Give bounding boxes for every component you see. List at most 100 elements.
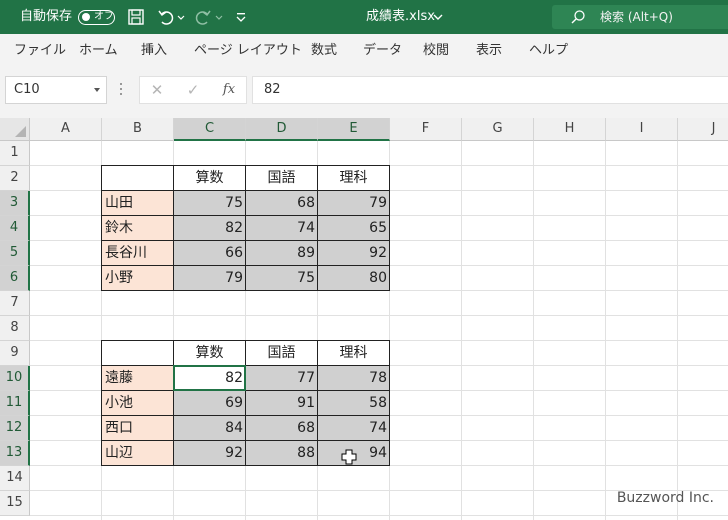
search-box[interactable]: 検索 (Alt+Q) <box>552 5 728 29</box>
undo-icon[interactable] <box>157 8 175 26</box>
subject-header-cell[interactable]: 算数 <box>173 340 246 366</box>
table-corner-cell[interactable] <box>101 165 174 191</box>
ribbon-tabs: ファイル ホーム 挿入 ページ レイアウト 数式 データ 校閲 表示 ヘルプ <box>0 34 728 68</box>
subject-header-cell[interactable]: 理科 <box>317 165 390 191</box>
score-cell[interactable]: 77 <box>245 365 318 391</box>
formula-input[interactable]: 82 <box>252 76 728 104</box>
score-cell[interactable]: 89 <box>245 240 318 266</box>
row-header-14[interactable]: 14 <box>0 466 30 491</box>
undo-dropdown-icon[interactable] <box>176 8 186 26</box>
gridline-vertical <box>677 141 678 520</box>
column-header-h[interactable]: H <box>534 118 606 141</box>
cancel-icon[interactable]: ✕ <box>145 77 169 103</box>
row-header-4[interactable]: 4 <box>0 216 30 241</box>
row-header-10[interactable]: 10 <box>0 366 30 391</box>
row-header-13[interactable]: 13 <box>0 441 30 466</box>
score-cell[interactable]: 82 <box>173 215 246 241</box>
more-options-icon[interactable] <box>120 83 123 97</box>
score-cell[interactable]: 68 <box>245 415 318 441</box>
document-title[interactable]: 成績表.xlsx <box>366 0 435 34</box>
select-all-button[interactable] <box>0 118 30 141</box>
formula-value: 82 <box>264 82 281 97</box>
row-header-11[interactable]: 11 <box>0 391 30 416</box>
redo-dropdown-icon[interactable] <box>214 8 224 26</box>
score-cell[interactable]: 91 <box>245 390 318 416</box>
score-cell[interactable]: 66 <box>173 240 246 266</box>
score-cell[interactable]: 69 <box>173 390 246 416</box>
score-cell[interactable]: 79 <box>317 190 390 216</box>
column-header-j[interactable]: J <box>678 118 728 141</box>
formula-buttons: ✕ ✓ fx <box>139 76 247 104</box>
insert-function-icon[interactable]: fx <box>217 77 241 103</box>
table-corner-cell[interactable] <box>101 340 174 366</box>
save-icon[interactable] <box>127 8 145 26</box>
gridline-vertical <box>533 141 534 520</box>
customize-qat-icon[interactable] <box>235 8 247 26</box>
score-cell[interactable]: 75 <box>245 265 318 291</box>
row-header-2[interactable]: 2 <box>0 166 30 191</box>
score-cell[interactable]: 74 <box>245 215 318 241</box>
column-header-i[interactable]: I <box>606 118 678 141</box>
subject-header-cell[interactable]: 算数 <box>173 165 246 191</box>
search-icon <box>571 10 585 24</box>
tab-review[interactable]: 校閲 <box>423 34 449 68</box>
column-header-e[interactable]: E <box>318 118 390 141</box>
tab-page-layout[interactable]: ページ レイアウト <box>194 34 302 68</box>
chevron-down-icon[interactable] <box>432 8 444 26</box>
row-header-6[interactable]: 6 <box>0 266 30 291</box>
student-name-cell[interactable]: 小池 <box>101 390 174 416</box>
student-name-cell[interactable]: 鈴木 <box>101 215 174 241</box>
row-header-8[interactable]: 8 <box>0 316 30 341</box>
subject-header-cell[interactable]: 国語 <box>245 165 318 191</box>
row-header-5[interactable]: 5 <box>0 241 30 266</box>
tab-insert[interactable]: 挿入 <box>141 34 167 68</box>
tab-formulas[interactable]: 数式 <box>311 34 337 68</box>
row-header-9[interactable]: 9 <box>0 341 30 366</box>
tab-file[interactable]: ファイル <box>14 34 66 68</box>
tab-data[interactable]: データ <box>363 34 402 68</box>
score-cell[interactable]: 75 <box>173 190 246 216</box>
redo-icon[interactable] <box>194 8 212 26</box>
column-header-b[interactable]: B <box>102 118 174 141</box>
column-header-d[interactable]: D <box>246 118 318 141</box>
score-cell[interactable]: 84 <box>173 415 246 441</box>
column-header-a[interactable]: A <box>30 118 102 141</box>
score-cell[interactable]: 65 <box>317 215 390 241</box>
column-header-c[interactable]: C <box>174 118 246 141</box>
student-name-cell[interactable]: 西口 <box>101 415 174 441</box>
worksheet-grid[interactable]: ABCDEFGHIJ 1 2 3 4 5 6 7 8 9 10 11 12 13 14 15 算数 国語 理科山… <box>0 118 728 520</box>
column-header-f[interactable]: F <box>390 118 462 141</box>
gridline-horizontal <box>30 515 728 516</box>
score-cell[interactable]: 80 <box>317 265 390 291</box>
student-name-cell[interactable]: 山田 <box>101 190 174 216</box>
subject-header-cell[interactable]: 理科 <box>317 340 390 366</box>
score-cell[interactable]: 79 <box>173 265 246 291</box>
score-cell[interactable]: 92 <box>173 440 246 466</box>
row-header-12[interactable]: 12 <box>0 416 30 441</box>
row-header-3[interactable]: 3 <box>0 191 30 216</box>
score-cell[interactable]: 82 <box>173 365 246 391</box>
tab-home[interactable]: ホーム <box>79 34 118 68</box>
student-name-cell[interactable]: 山辺 <box>101 440 174 466</box>
tab-help[interactable]: ヘルプ <box>529 34 568 68</box>
row-header-7[interactable]: 7 <box>0 291 30 316</box>
row-header-15[interactable]: 15 <box>0 491 30 516</box>
score-cell[interactable]: 58 <box>317 390 390 416</box>
score-cell[interactable]: 92 <box>317 240 390 266</box>
subject-header-cell[interactable]: 国語 <box>245 340 318 366</box>
score-cell[interactable]: 88 <box>245 440 318 466</box>
enter-icon[interactable]: ✓ <box>181 77 205 103</box>
column-header-g[interactable]: G <box>462 118 534 141</box>
student-name-cell[interactable]: 小野 <box>101 265 174 291</box>
row-header-1[interactable]: 1 <box>0 141 30 166</box>
autosave-toggle[interactable]: オフ <box>78 10 115 25</box>
student-name-cell[interactable]: 遠藤 <box>101 365 174 391</box>
name-box[interactable]: C10 <box>5 76 107 104</box>
gridline-vertical <box>605 141 606 520</box>
student-name-cell[interactable]: 長谷川 <box>101 240 174 266</box>
score-cell[interactable]: 68 <box>245 190 318 216</box>
tab-view[interactable]: 表示 <box>476 34 502 68</box>
score-cell[interactable]: 78 <box>317 365 390 391</box>
chevron-down-icon[interactable] <box>94 88 100 92</box>
score-cell[interactable]: 74 <box>317 415 390 441</box>
